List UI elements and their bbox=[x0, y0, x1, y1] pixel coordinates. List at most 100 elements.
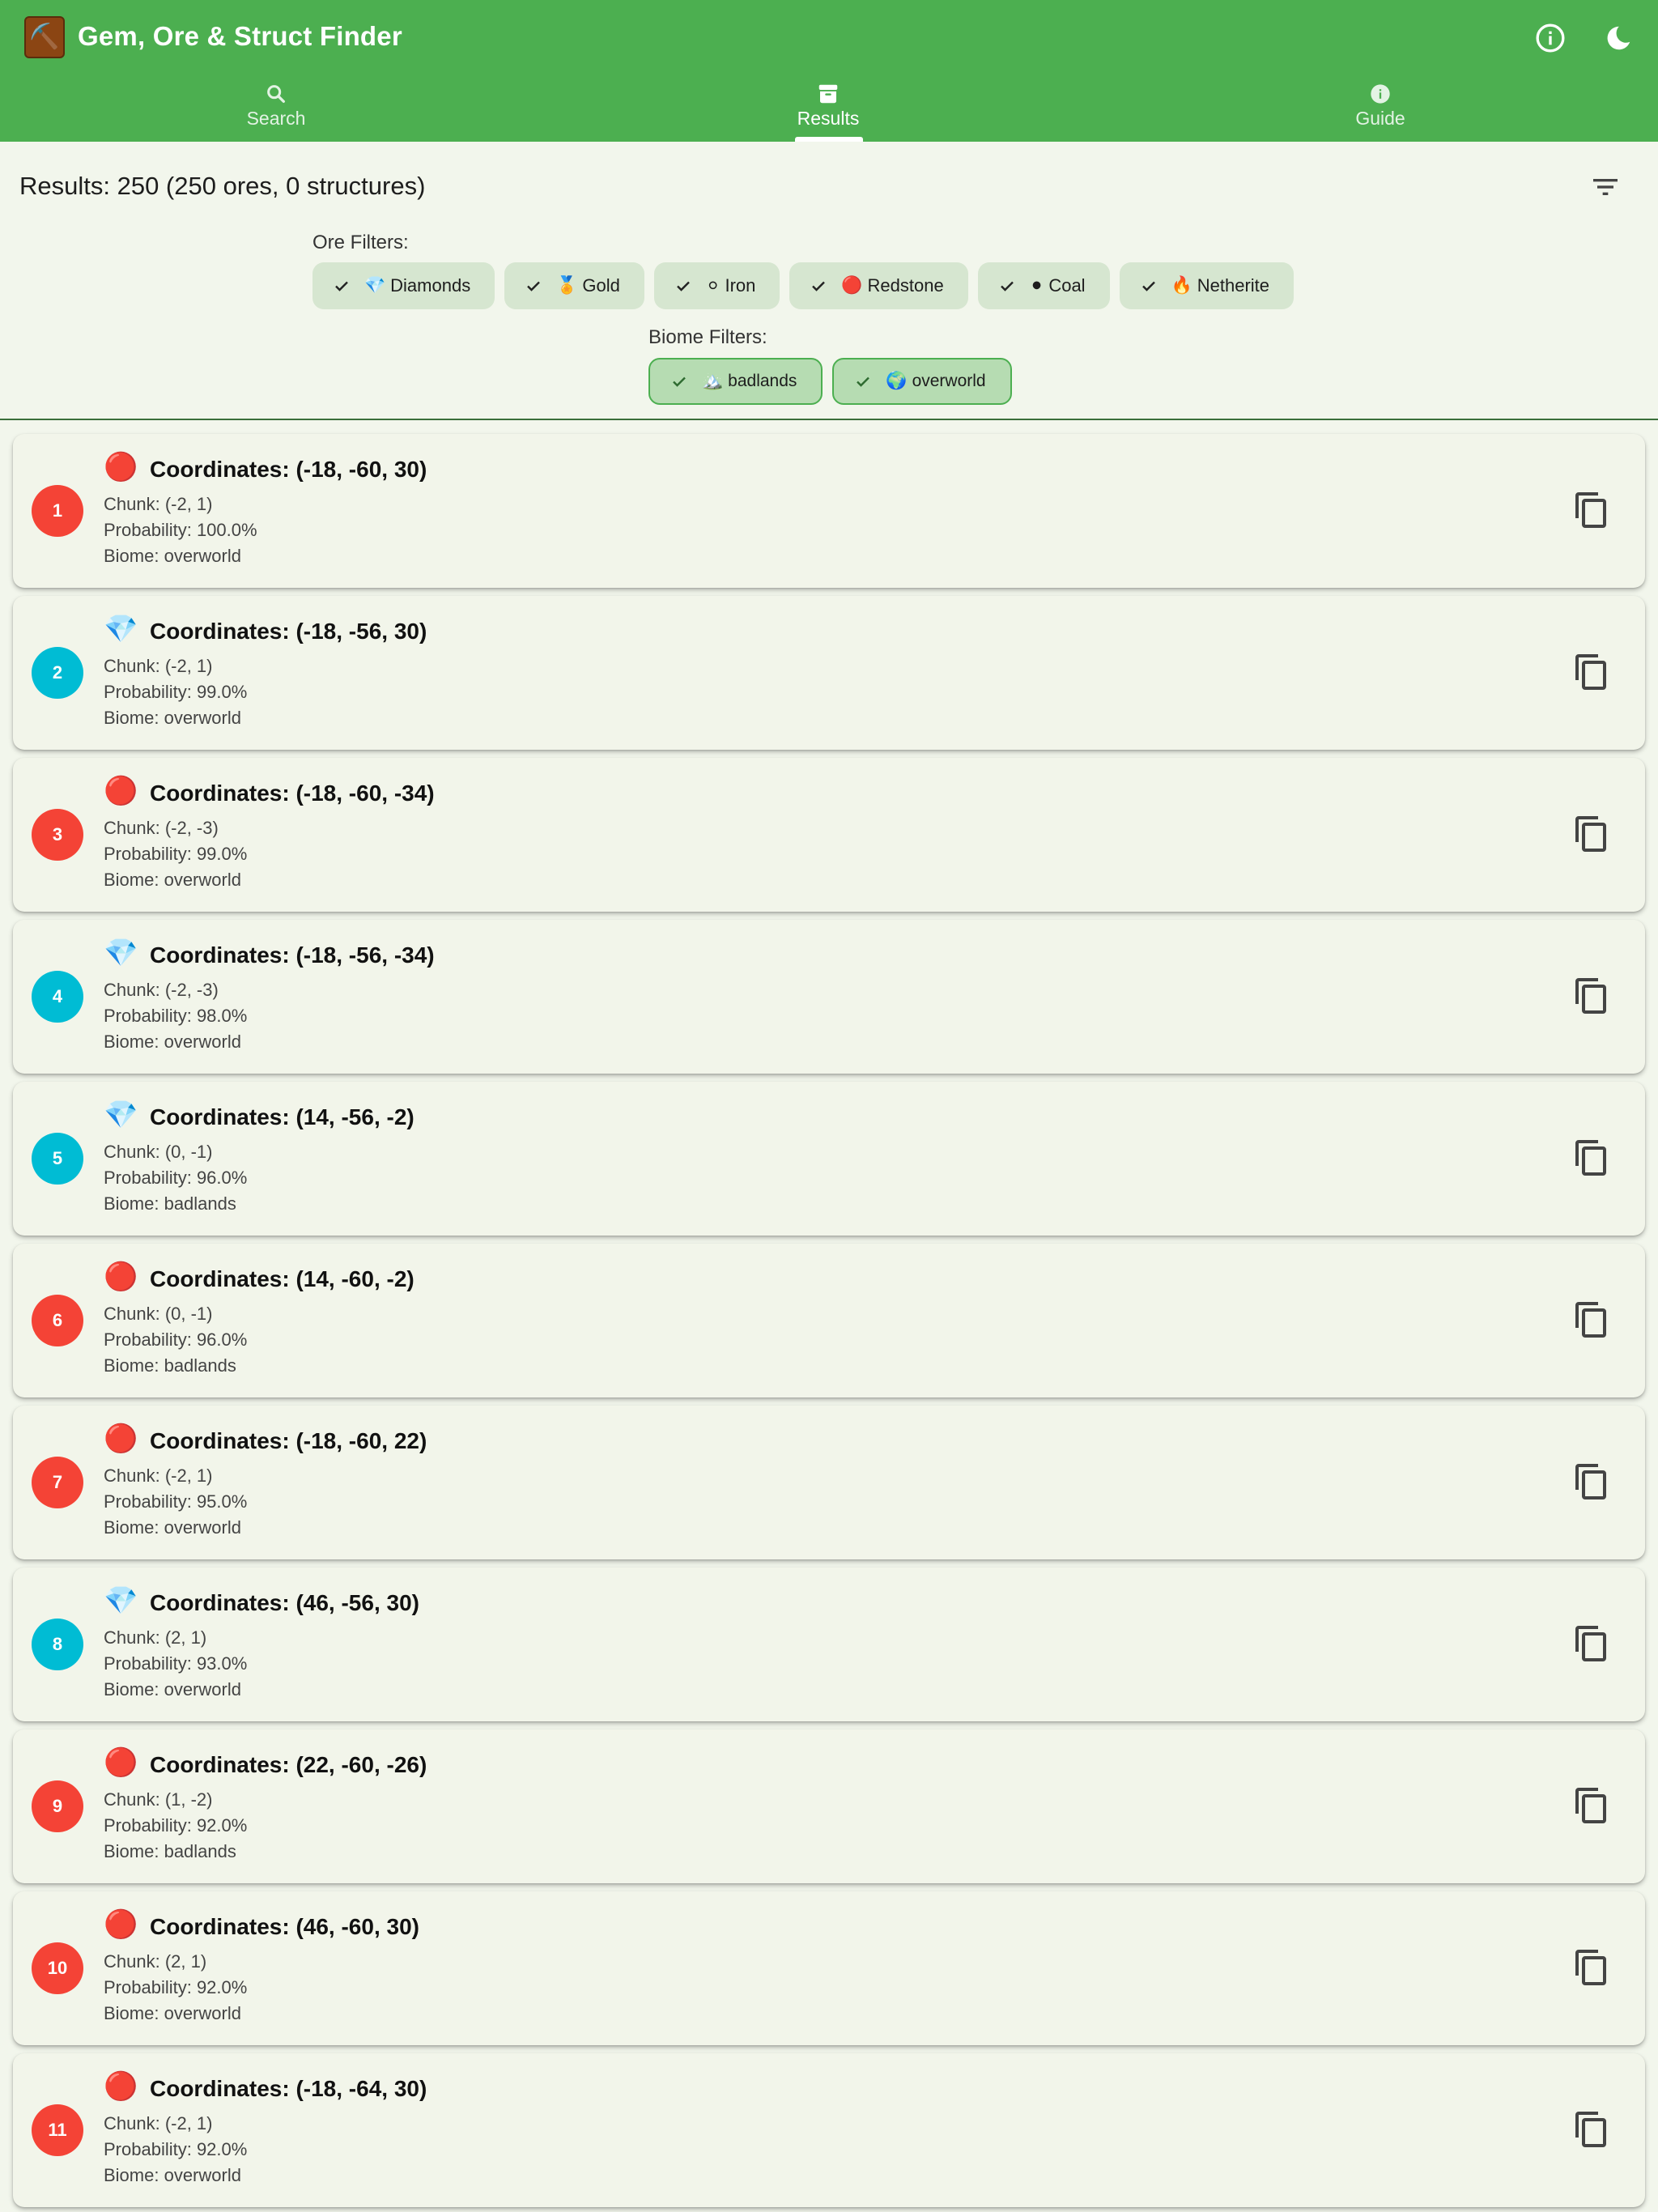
tab-guide-label: Guide bbox=[1355, 108, 1405, 129]
check-icon bbox=[997, 275, 1018, 296]
copy-button[interactable] bbox=[1567, 1781, 1616, 1830]
biome-text: Biome: overworld bbox=[104, 546, 241, 566]
tab-bar: Search Results Guide bbox=[0, 77, 1658, 142]
rank-badge: 2 bbox=[32, 647, 83, 699]
chip-label: badlands bbox=[728, 372, 797, 390]
copy-button[interactable] bbox=[1567, 972, 1616, 1020]
ore-filter-chips: 💎 Diamonds 🏅 Gold ⚪ Iron 🔴 Redstone ⚫ Co… bbox=[312, 262, 1295, 309]
copy-icon bbox=[1575, 1464, 1606, 1499]
biome-text: Biome: overworld bbox=[104, 2165, 241, 2185]
result-card[interactable]: 8 💎 Coordinates: (46, -56, 30) Chunk: (2… bbox=[13, 1568, 1645, 1721]
probability-text: Probability: 99.0% bbox=[104, 844, 248, 864]
moon-icon bbox=[1607, 26, 1630, 50]
copy-button[interactable] bbox=[1567, 1619, 1616, 1668]
copy-button[interactable] bbox=[1567, 1134, 1616, 1182]
chip-diamonds[interactable]: 💎 Diamonds bbox=[312, 262, 495, 309]
copy-icon bbox=[1575, 1950, 1606, 1985]
copy-button[interactable] bbox=[1567, 1295, 1616, 1344]
result-card[interactable]: 7 🔴 Coordinates: (-18, -60, 22) Chunk: (… bbox=[13, 1406, 1645, 1559]
probability-text: Probability: 96.0% bbox=[104, 1329, 248, 1350]
chip-gold[interactable]: 🏅 Gold bbox=[504, 262, 644, 309]
pickaxe-logo-icon: ⛏️ bbox=[24, 16, 65, 58]
result-card[interactable]: 2 💎 Coordinates: (-18, -56, 30) Chunk: (… bbox=[13, 596, 1645, 750]
probability-text: Probability: 100.0% bbox=[104, 520, 257, 540]
chunk-text: Chunk: (-2, -3) bbox=[104, 980, 219, 1000]
chip-badlands[interactable]: 🏔️ badlands bbox=[648, 358, 823, 405]
coordinates-text: Coordinates: (-18, -64, 30) bbox=[150, 2076, 427, 2101]
check-icon bbox=[853, 371, 874, 392]
result-card[interactable]: 4 💎 Coordinates: (-18, -56, -34) Chunk: … bbox=[13, 920, 1645, 1074]
check-icon bbox=[670, 371, 691, 392]
biome-text: Biome: overworld bbox=[104, 1679, 241, 1699]
chip-overworld[interactable]: 🌍 overworld bbox=[832, 358, 1012, 405]
globe-icon: 🌍 bbox=[886, 372, 908, 390]
coordinates-text: Coordinates: (14, -60, -2) bbox=[150, 1266, 414, 1291]
chip-iron[interactable]: ⚪ Iron bbox=[653, 262, 780, 309]
active-tab-indicator bbox=[795, 137, 863, 142]
copy-button[interactable] bbox=[1567, 810, 1616, 858]
app-title: Gem, Ore & Struct Finder bbox=[78, 21, 402, 51]
red-circle-icon: 🔴 bbox=[841, 276, 863, 295]
tab-results-label: Results bbox=[797, 108, 860, 129]
probability-text: Probability: 93.0% bbox=[104, 1653, 248, 1674]
coordinates-text: Coordinates: (-18, -60, 22) bbox=[150, 1428, 427, 1453]
result-card[interactable]: 6 🔴 Coordinates: (14, -60, -2) Chunk: (0… bbox=[13, 1244, 1645, 1397]
rank-badge: 5 bbox=[32, 1133, 83, 1185]
biome-text: Biome: overworld bbox=[104, 708, 241, 728]
check-icon bbox=[524, 275, 545, 296]
result-card[interactable]: 11 🔴 Coordinates: (-18, -64, 30) Chunk: … bbox=[13, 2053, 1645, 2207]
dark-mode-toggle[interactable] bbox=[1598, 18, 1639, 58]
chunk-text: Chunk: (-2, -3) bbox=[104, 818, 219, 838]
red-circle-icon: 🔴 bbox=[104, 1747, 138, 1778]
copy-button[interactable] bbox=[1567, 1457, 1616, 1506]
filter-button[interactable] bbox=[1585, 168, 1626, 206]
ore-filters-heading: Ore Filters: bbox=[312, 232, 409, 253]
red-circle-icon: 🔴 bbox=[104, 452, 138, 483]
copy-icon bbox=[1575, 1140, 1606, 1176]
result-card[interactable]: 1 🔴 Coordinates: (-18, -60, 30) Chunk: (… bbox=[13, 434, 1645, 588]
rank-badge: 8 bbox=[32, 1619, 83, 1670]
result-card[interactable]: 9 🔴 Coordinates: (22, -60, -26) Chunk: (… bbox=[13, 1729, 1645, 1883]
chip-label: Netherite bbox=[1197, 275, 1270, 296]
check-icon bbox=[674, 275, 695, 296]
copy-button[interactable] bbox=[1567, 648, 1616, 696]
chunk-text: Chunk: (-2, 1) bbox=[104, 1465, 213, 1486]
rank-badge: 4 bbox=[32, 971, 83, 1023]
copy-button[interactable] bbox=[1567, 2105, 1616, 2154]
chip-label: Redstone bbox=[867, 275, 944, 296]
copy-button[interactable] bbox=[1567, 486, 1616, 534]
archive-icon bbox=[816, 82, 840, 106]
biome-text: Biome: badlands bbox=[104, 1355, 236, 1376]
diamond-icon: 💎 bbox=[104, 1585, 138, 1616]
chunk-text: Chunk: (-2, 1) bbox=[104, 656, 213, 676]
result-card[interactable]: 5 💎 Coordinates: (14, -56, -2) Chunk: (0… bbox=[13, 1082, 1645, 1236]
coordinates-text: Coordinates: (-18, -56, 30) bbox=[150, 619, 427, 644]
chip-netherite[interactable]: 🔥 Netherite bbox=[1119, 262, 1295, 309]
probability-text: Probability: 98.0% bbox=[104, 1006, 248, 1026]
rank-badge: 1 bbox=[32, 485, 83, 537]
tab-guide[interactable]: Guide bbox=[1104, 77, 1656, 142]
info-icon bbox=[1368, 82, 1392, 106]
result-card[interactable]: 3 🔴 Coordinates: (-18, -60, -34) Chunk: … bbox=[13, 758, 1645, 912]
result-card[interactable]: 10 🔴 Coordinates: (46, -60, 30) Chunk: (… bbox=[13, 1891, 1645, 2045]
info-button[interactable] bbox=[1530, 18, 1571, 58]
chip-redstone[interactable]: 🔴 Redstone bbox=[789, 262, 968, 309]
tab-results[interactable]: Results bbox=[552, 77, 1104, 142]
diamond-icon: 💎 bbox=[104, 1100, 138, 1130]
chunk-text: Chunk: (1, -2) bbox=[104, 1789, 213, 1810]
medal-icon: 🏅 bbox=[556, 276, 578, 295]
copy-button[interactable] bbox=[1567, 1943, 1616, 1992]
tab-search[interactable]: Search bbox=[0, 77, 552, 142]
results-list: 1 🔴 Coordinates: (-18, -60, 30) Chunk: (… bbox=[13, 434, 1645, 2212]
chunk-text: Chunk: (2, 1) bbox=[104, 1627, 207, 1648]
copy-icon bbox=[1575, 1302, 1606, 1338]
copy-icon bbox=[1575, 492, 1606, 528]
biome-text: Biome: badlands bbox=[104, 1841, 236, 1861]
app-bar-top: ⛏️ Gem, Ore & Struct Finder bbox=[0, 0, 1658, 77]
rank-badge: 7 bbox=[32, 1457, 83, 1508]
coordinates-text: Coordinates: (-18, -56, -34) bbox=[150, 942, 435, 968]
app-bar: ⛏️ Gem, Ore & Struct Finder Search Resul… bbox=[0, 0, 1658, 142]
red-circle-icon: 🔴 bbox=[104, 776, 138, 806]
rank-badge: 11 bbox=[32, 2104, 83, 2156]
chip-coal[interactable]: ⚫ Coal bbox=[977, 262, 1110, 309]
